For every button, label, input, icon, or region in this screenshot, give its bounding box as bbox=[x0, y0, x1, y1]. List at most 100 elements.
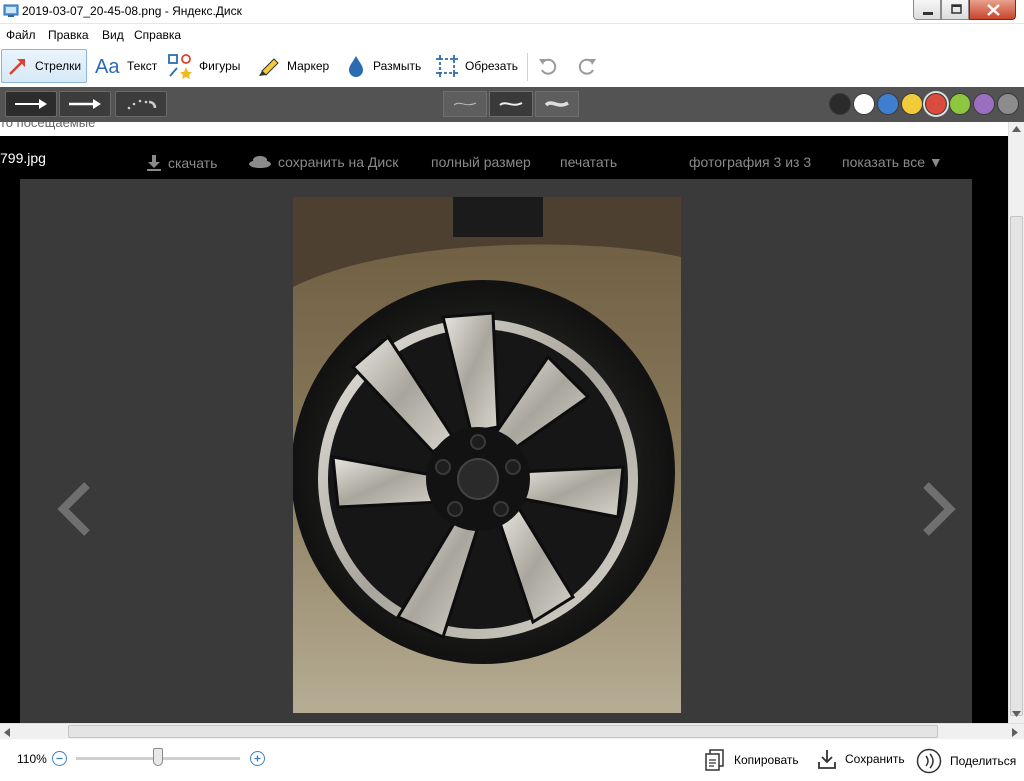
wheel-photo bbox=[293, 197, 681, 713]
scroll-right-icon[interactable] bbox=[1012, 728, 1018, 737]
zoom-out-icon[interactable] bbox=[52, 751, 67, 766]
copy-icon bbox=[705, 749, 724, 771]
save-icon bbox=[818, 750, 836, 769]
vertical-scroll-thumb[interactable] bbox=[1010, 216, 1023, 716]
crop-icon bbox=[436, 55, 458, 77]
menu-file[interactable]: Файл bbox=[6, 28, 36, 42]
menu-view[interactable]: Вид bbox=[102, 28, 124, 42]
color-swatch[interactable] bbox=[829, 93, 851, 115]
close-icon bbox=[987, 4, 1000, 16]
viewer-header: 799.jpg скачать сохранить на Диск полный… bbox=[0, 136, 1008, 179]
editor-toolbar: Стрелки Aa Текст Фигуры Маркер Размыть О… bbox=[0, 45, 1024, 87]
line-thin[interactable] bbox=[443, 91, 487, 117]
arrow-tool-icon bbox=[9, 59, 25, 75]
previous-photo-icon[interactable] bbox=[55, 481, 95, 541]
menu-bar: Файл Правка Вид Справка bbox=[0, 25, 1024, 45]
photo-stage bbox=[20, 179, 972, 723]
line-medium[interactable] bbox=[489, 91, 533, 117]
shapes-tool-label: Фигуры bbox=[199, 59, 241, 73]
color-swatch[interactable] bbox=[925, 93, 947, 115]
save-button[interactable]: Сохранить bbox=[817, 748, 905, 770]
share-icon bbox=[916, 748, 942, 774]
canvas-viewport[interactable]: то посещаемые 799.jpg скачать сохранить … bbox=[0, 122, 1008, 723]
save-label: Сохранить bbox=[845, 752, 905, 766]
app-icon bbox=[3, 4, 19, 17]
arrow-style-icon bbox=[69, 99, 101, 109]
thick-line-icon bbox=[544, 101, 569, 107]
drop-icon bbox=[349, 56, 363, 77]
color-swatch[interactable] bbox=[877, 93, 899, 115]
toolbar-separator bbox=[527, 53, 528, 81]
minimize-button[interactable] bbox=[913, 0, 941, 20]
color-swatch[interactable] bbox=[949, 93, 971, 115]
file-name: 799.jpg bbox=[0, 150, 46, 166]
window-title: 2019-03-07_20-45-08.png - Яндекс.Диск bbox=[22, 4, 242, 18]
print-link[interactable]: печатать bbox=[560, 154, 617, 170]
disk-icon bbox=[249, 156, 271, 168]
wheel-image bbox=[293, 197, 681, 713]
maximize-button[interactable] bbox=[941, 0, 969, 20]
copy-button[interactable]: Копировать bbox=[704, 748, 799, 772]
color-swatch[interactable] bbox=[973, 93, 995, 115]
arrows-tool-label: Стрелки bbox=[35, 59, 82, 73]
shapes-tool[interactable]: Фигуры bbox=[162, 49, 245, 83]
undo-icon[interactable] bbox=[537, 55, 559, 77]
title-bar: 2019-03-07_20-45-08.png - Яндекс.Диск bbox=[0, 0, 1024, 24]
arrow-style-3[interactable] bbox=[115, 91, 167, 117]
text-tool[interactable]: Aa Текст bbox=[90, 49, 162, 83]
arrows-tool[interactable]: Стрелки bbox=[1, 49, 88, 83]
restore-icon bbox=[951, 4, 962, 14]
horizontal-scrollbar[interactable] bbox=[0, 723, 1024, 739]
marker-tool-label: Маркер bbox=[287, 59, 330, 73]
arrow-style-2[interactable] bbox=[59, 91, 111, 117]
photo-counter: фотография 3 из 3 bbox=[689, 154, 812, 170]
scroll-down-icon[interactable] bbox=[1012, 711, 1021, 717]
blur-tool-label: Размыть bbox=[373, 59, 422, 73]
marker-tool[interactable]: Маркер bbox=[252, 49, 334, 83]
crop-tool[interactable]: Обрезать bbox=[430, 49, 523, 83]
menu-edit[interactable]: Правка bbox=[48, 28, 89, 42]
line-thick[interactable] bbox=[535, 91, 579, 117]
close-button[interactable] bbox=[969, 0, 1016, 20]
text-tool-icon: Aa bbox=[95, 56, 120, 77]
redo-icon[interactable] bbox=[576, 55, 598, 77]
download-link[interactable]: скачать bbox=[146, 154, 217, 172]
tool-options-bar bbox=[0, 87, 1024, 122]
save-to-disk-link[interactable]: сохранить на Диск bbox=[248, 154, 398, 170]
download-icon bbox=[147, 155, 161, 171]
text-tool-label: Текст bbox=[127, 59, 158, 73]
download-label: скачать bbox=[168, 155, 218, 171]
menu-help[interactable]: Справка bbox=[134, 28, 181, 42]
arrow-style-1[interactable] bbox=[5, 91, 57, 117]
medium-line-icon bbox=[499, 102, 523, 106]
crop-tool-label: Обрезать bbox=[465, 59, 518, 73]
color-swatch[interactable] bbox=[997, 93, 1019, 115]
copy-label: Копировать bbox=[734, 753, 799, 767]
color-swatch[interactable] bbox=[853, 93, 875, 115]
thin-line-icon bbox=[453, 102, 477, 106]
save-to-disk-label: сохранить на Диск bbox=[278, 154, 399, 170]
curved-arrow-style-icon bbox=[127, 99, 157, 110]
zoom-level: 110% bbox=[17, 752, 47, 766]
scroll-left-icon[interactable] bbox=[4, 728, 10, 737]
next-photo-icon[interactable] bbox=[918, 481, 958, 541]
marker-icon bbox=[259, 58, 279, 76]
full-size-link[interactable]: полный размер bbox=[431, 154, 531, 170]
vertical-scrollbar[interactable] bbox=[1008, 122, 1024, 723]
arrow-style-icon bbox=[15, 99, 47, 109]
status-bar: 110% Копировать Сохранить Поделиться bbox=[0, 739, 1024, 781]
share-label: Поделиться bbox=[950, 754, 1017, 768]
blur-tool[interactable]: Размыть bbox=[340, 49, 426, 83]
zoom-slider-thumb[interactable] bbox=[153, 748, 163, 766]
background-page-text: то посещаемые bbox=[0, 122, 96, 130]
share-button[interactable]: Поделиться bbox=[916, 748, 1016, 774]
color-swatch[interactable] bbox=[901, 93, 923, 115]
horizontal-scroll-thumb[interactable] bbox=[68, 725, 938, 738]
zoom-in-icon[interactable] bbox=[250, 751, 265, 766]
minimize-icon bbox=[923, 12, 933, 15]
background-page-strip: то посещаемые bbox=[0, 122, 1008, 136]
svg-text:Aa: Aa bbox=[95, 56, 120, 77]
show-all-link[interactable]: показать все ▼ bbox=[842, 154, 943, 170]
scroll-up-icon[interactable] bbox=[1012, 126, 1021, 132]
shapes-tool-icon bbox=[168, 54, 192, 79]
